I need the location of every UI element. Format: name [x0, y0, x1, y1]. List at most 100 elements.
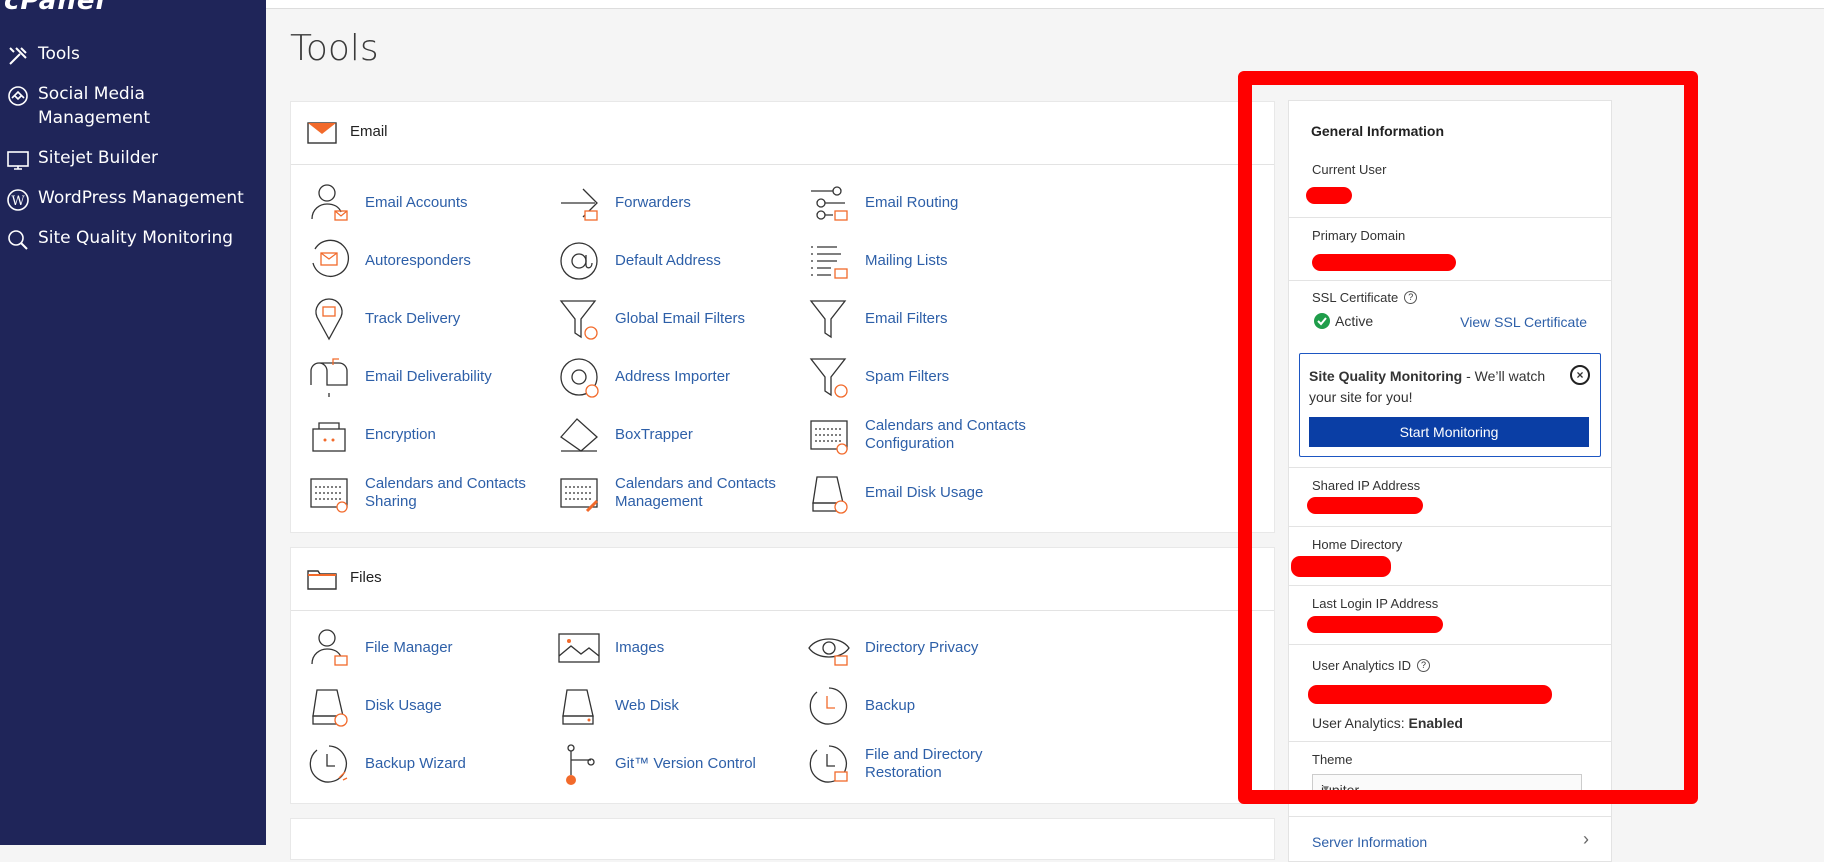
panel-title: Files	[350, 569, 382, 586]
wordpress-icon: W	[7, 189, 29, 211]
restore-icon	[809, 745, 848, 783]
tool-boxtrapper[interactable]: BoxTrapper	[557, 409, 797, 461]
tool-calendars-management[interactable]: Calendars and Contacts Management	[557, 467, 797, 519]
tool-email-filters[interactable]: Email Filters	[807, 293, 1047, 345]
tool-label: Email Disk Usage	[865, 484, 984, 501]
funnel-icon	[809, 300, 847, 339]
envelope-icon	[307, 122, 337, 144]
tools-icon	[9, 47, 27, 65]
tool-images[interactable]: Images	[557, 622, 797, 674]
tool-label: Backup Wizard	[365, 755, 466, 772]
social-media-icon	[8, 86, 28, 106]
tool-mailing-lists[interactable]: Mailing Lists	[807, 235, 1047, 287]
eye-icon	[808, 638, 850, 666]
mailbox-icon	[310, 358, 348, 397]
tool-email-disk-usage[interactable]: Email Disk Usage	[807, 467, 1047, 519]
divider	[1289, 816, 1611, 817]
tool-track-delivery[interactable]: Track Delivery	[307, 293, 547, 345]
tool-email-routing[interactable]: Email Routing	[807, 177, 1047, 229]
email-panel-header[interactable]: Email ^	[291, 102, 1274, 165]
tool-file-restoration[interactable]: File and Directory Restoration	[807, 738, 1047, 790]
tool-autoresponders[interactable]: Autoresponders	[307, 235, 547, 287]
sidebar-item-tools[interactable]: Tools	[6, 42, 248, 68]
tool-label: Calendars and Contacts Configuration	[865, 417, 1026, 452]
sidebar-item-label: Tools	[38, 44, 80, 64]
tool-label: Disk Usage	[365, 697, 442, 714]
tool-global-email-filters[interactable]: Global Email Filters	[557, 293, 797, 345]
tool-email-deliverability[interactable]: Email Deliverability	[307, 351, 547, 403]
tool-address-importer[interactable]: Address Importer	[557, 351, 797, 403]
tool-label: Track Delivery	[365, 310, 461, 327]
tool-label: BoxTrapper	[615, 426, 693, 443]
backup-wizard-icon	[309, 745, 348, 783]
tool-label: Web Disk	[615, 697, 679, 714]
disk-icon	[312, 689, 348, 727]
highlight-box	[1238, 71, 1698, 804]
sidebar-item-label: WordPress Management	[38, 188, 244, 208]
folder-icon	[307, 570, 337, 590]
routing-icon	[811, 186, 848, 221]
tool-email-accounts[interactable]: Email Accounts	[307, 177, 547, 229]
tool-label: Email Accounts	[365, 194, 468, 211]
tool-label: File Manager	[365, 639, 453, 656]
tool-git-version-control[interactable]: Git™ Version Control	[557, 738, 797, 790]
tool-spam-filters[interactable]: Spam Filters	[807, 351, 1047, 403]
tool-file-manager[interactable]: File Manager	[307, 622, 547, 674]
calendar-share-icon	[310, 478, 348, 513]
calendar-edit-icon	[560, 478, 599, 513]
svg-text:W: W	[11, 194, 25, 209]
tool-forwarders[interactable]: Forwarders	[557, 177, 797, 229]
map-pin-mail-icon	[315, 298, 343, 341]
funnel-globe-icon	[559, 300, 598, 340]
tool-backup-wizard[interactable]: Backup Wizard	[307, 738, 547, 790]
cpanel-logo[interactable]: cPanel	[4, 0, 105, 16]
tool-label: Default Address	[615, 252, 721, 269]
tool-label: Mailing Lists	[865, 252, 948, 269]
lock-icon	[312, 422, 346, 452]
top-bar	[266, 0, 1824, 9]
forward-arrow-icon	[561, 188, 598, 221]
tool-label: Address Importer	[615, 368, 731, 385]
sidebar-item-wordpress[interactable]: W WordPress Management	[6, 186, 248, 212]
at-sign-icon	[560, 242, 598, 280]
email-panel: Email ^ Email Accounts Forwarders Email …	[290, 101, 1275, 533]
tool-label: Email Routing	[865, 194, 959, 211]
tool-label: Directory Privacy	[865, 639, 979, 656]
boxtrapper-icon	[560, 418, 598, 452]
git-icon	[566, 744, 595, 785]
tool-calendars-config[interactable]: Calendars and Contacts Configuration	[807, 409, 1047, 461]
tool-calendars-sharing[interactable]: Calendars and Contacts Sharing	[307, 467, 547, 519]
file-manager-icon	[311, 629, 348, 666]
tool-label: Images	[615, 639, 665, 656]
tool-label: Calendars and Contacts Management	[615, 475, 776, 510]
panel-title: Email	[350, 123, 388, 140]
tool-label: Email Deliverability	[365, 368, 492, 385]
sidebar-item-label: Social Media Management	[38, 84, 150, 128]
sitejet-icon	[7, 151, 29, 170]
sidebar-item-social-media[interactable]: Social Media Management	[6, 82, 248, 130]
tool-default-address[interactable]: Default Address	[557, 235, 797, 287]
server-information-link[interactable]: Server Information	[1312, 834, 1427, 850]
tool-backup[interactable]: Backup	[807, 680, 1047, 732]
at-import-icon	[560, 358, 599, 398]
sidebar: cPanel Tools Social Media Management Sit…	[0, 0, 266, 845]
funnel-alert-icon	[809, 358, 848, 398]
list-mail-icon	[811, 246, 848, 279]
site-quality-icon	[8, 230, 28, 250]
tool-label: Forwarders	[615, 194, 691, 211]
tool-directory-privacy[interactable]: Directory Privacy	[807, 622, 1047, 674]
tool-label: Autoresponders	[365, 252, 471, 269]
sidebar-item-site-quality[interactable]: Site Quality Monitoring	[6, 226, 248, 252]
tool-label: File and Directory Restoration	[865, 746, 983, 781]
files-panel: Files ^ File Manager Images Directory Pr…	[290, 547, 1275, 804]
tool-web-disk[interactable]: Web Disk	[557, 680, 797, 732]
tool-label: Backup	[865, 697, 916, 714]
tool-label: Spam Filters	[865, 368, 950, 385]
chevron-right-icon[interactable]: ›	[1583, 829, 1589, 850]
files-panel-header[interactable]: Files ^	[291, 548, 1274, 611]
autoresponder-icon	[312, 239, 350, 277]
tool-disk-usage[interactable]: Disk Usage	[307, 680, 547, 732]
tool-encryption[interactable]: Encryption	[307, 409, 547, 461]
sidebar-item-sitejet[interactable]: Sitejet Builder	[6, 146, 248, 172]
tool-label: Email Filters	[865, 310, 948, 327]
